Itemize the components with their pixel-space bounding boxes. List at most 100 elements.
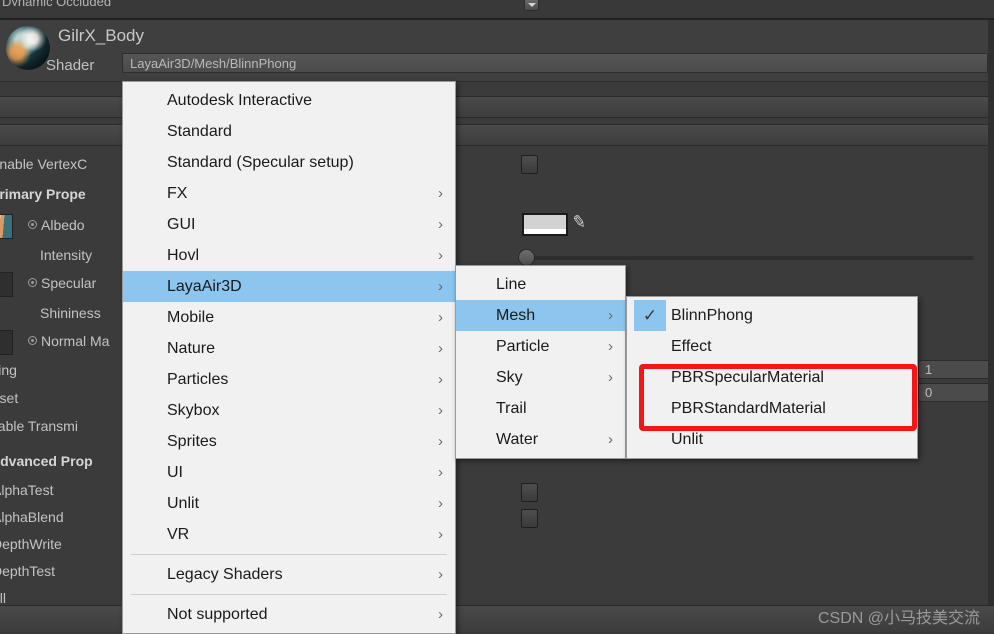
- chevron-right-icon: ›: [438, 526, 443, 543]
- chevron-right-icon: ›: [608, 369, 613, 386]
- menu-item-standard[interactable]: Standard: [123, 116, 455, 147]
- property-label-tiling: iling: [0, 362, 17, 378]
- menu-item-unlit[interactable]: Unlit ›: [123, 488, 455, 519]
- property-label-normalmap: Normal Ma: [28, 333, 109, 349]
- menu-item-gui[interactable]: GUI ›: [123, 209, 455, 240]
- menu-item-label: Trail: [496, 400, 527, 417]
- tiling-value: 1: [925, 362, 933, 377]
- menu-separator: [131, 554, 447, 555]
- chevron-down-icon[interactable]: [524, 0, 539, 11]
- menu-item-unlit[interactable]: Unlit: [627, 424, 917, 455]
- menu-item-hovl[interactable]: Hovl ›: [123, 240, 455, 271]
- menu-item-label: Mesh: [496, 307, 536, 324]
- menu-item-label: FX: [167, 185, 188, 202]
- menu-item-standard-specular-setup[interactable]: Standard (Specular setup): [123, 147, 455, 178]
- albedo-texture-slot[interactable]: [0, 214, 13, 239]
- menu-item-pbrspecularmaterial[interactable]: PBRSpecularMaterial: [627, 362, 917, 393]
- chevron-right-icon: ›: [438, 606, 443, 623]
- tiling-number-field[interactable]: 1: [918, 360, 990, 379]
- alphatest-checkbox[interactable]: [521, 483, 538, 502]
- chevron-right-icon: ›: [438, 278, 443, 295]
- menu-item-mesh[interactable]: Mesh ›: [456, 300, 625, 331]
- menu-item-effect[interactable]: Effect: [627, 331, 917, 362]
- menu-item-label: Unlit: [671, 431, 704, 448]
- chevron-right-icon: ›: [438, 433, 443, 450]
- menu-item-label: Legacy Shaders: [167, 566, 283, 583]
- menu-item-blinnphong[interactable]: ✓ BlinnPhong: [627, 300, 917, 331]
- shader-dropdown-field[interactable]: LayaAir3D/Mesh/BlinnPhong: [122, 53, 988, 73]
- watermark-text: CSDN @小马技美交流: [817, 610, 980, 627]
- property-text: Normal Ma: [41, 333, 110, 349]
- inspector-scrollbar[interactable]: [988, 20, 994, 633]
- menu-item-not-supported[interactable]: Not supported ›: [123, 599, 455, 630]
- menu-item-vr[interactable]: VR ›: [123, 519, 455, 550]
- menu-item-pbrstandardmaterial[interactable]: PBRStandardMaterial: [627, 393, 917, 424]
- menu-item-trail[interactable]: Trail: [456, 393, 625, 424]
- radio-icon[interactable]: [28, 336, 37, 345]
- menu-item-label: Sprites: [167, 433, 217, 450]
- property-label-alphablend: AlphaBlend: [0, 509, 64, 525]
- menu-separator: [131, 594, 447, 595]
- menu-item-label: Unlit: [167, 495, 200, 512]
- menu-item-label: PBRSpecularMaterial: [671, 369, 824, 386]
- shininess-slider-knob[interactable]: [518, 249, 535, 266]
- menu-item-layaair3d[interactable]: LayaAir3D ›: [123, 271, 455, 302]
- menu-item-particles[interactable]: Particles ›: [123, 364, 455, 395]
- menu-item-label: Standard (Specular setup): [167, 154, 354, 171]
- specular-color-swatch[interactable]: [522, 213, 568, 236]
- menu-item-legacy-shaders[interactable]: Legacy Shaders ›: [123, 559, 455, 590]
- menu-item-autodesk-interactive[interactable]: Autodesk Interactive: [123, 85, 455, 116]
- menu-item-label: Standard: [167, 123, 232, 140]
- menu-item-label: Autodesk Interactive: [167, 92, 312, 109]
- property-header-advanced: Advanced Prop: [0, 453, 93, 469]
- specular-texture-slot[interactable]: [0, 272, 13, 297]
- property-label-enable-transmission: nable Transmi: [0, 418, 78, 434]
- property-text: Albedo: [41, 217, 85, 233]
- chevron-right-icon: ›: [438, 464, 443, 481]
- menu-item-particle[interactable]: Particle ›: [456, 331, 625, 362]
- menu-item-nature[interactable]: Nature ›: [123, 333, 455, 364]
- menu-item-label: Nature: [167, 340, 216, 357]
- menu-item-label: VR: [167, 526, 190, 543]
- property-label-albedo: Albedo: [28, 217, 85, 233]
- property-label-cull: ull: [0, 590, 7, 606]
- property-label-depthtest: DepthTest: [0, 563, 56, 579]
- menu-item-label: Mobile: [167, 309, 215, 326]
- menu-item-mobile[interactable]: Mobile ›: [123, 302, 455, 333]
- chevron-right-icon: ›: [608, 338, 613, 355]
- property-label-enable-vertexcolor: Enable VertexC: [0, 156, 88, 172]
- mesh-submenu[interactable]: ✓ BlinnPhong Effect PBRSpecularMaterial PBRS…: [626, 296, 918, 459]
- menu-item-label: Not supported: [167, 606, 268, 623]
- enable-vertexcolor-checkbox[interactable]: [521, 155, 538, 174]
- property-label-offset: ffset: [0, 390, 19, 406]
- menu-item-line[interactable]: Line: [456, 269, 625, 300]
- material-preview-sphere-icon: [6, 26, 50, 70]
- eyedropper-icon[interactable]: ✎: [570, 210, 593, 237]
- menu-item-label: PBRStandardMaterial: [671, 400, 826, 417]
- menu-item-label: Sky: [496, 369, 523, 386]
- menu-item-label: Skybox: [167, 402, 220, 419]
- menu-item-label: Water: [496, 431, 539, 448]
- property-label-depthwrite: DepthWrite: [0, 536, 62, 552]
- radio-icon[interactable]: [28, 220, 37, 229]
- menu-item-ui[interactable]: UI ›: [123, 457, 455, 488]
- menu-item-skybox[interactable]: Skybox ›: [123, 395, 455, 426]
- offset-number-field[interactable]: 0: [918, 383, 990, 402]
- menu-item-label: UI: [167, 464, 183, 481]
- layaair3d-submenu[interactable]: Line Mesh › Particle › Sky › Trail Water ›: [455, 265, 626, 459]
- top-strip: Dynamic Occluded: [0, 0, 994, 18]
- menu-item-fx[interactable]: FX ›: [123, 178, 455, 209]
- property-header-primary: Primary Prope: [0, 186, 86, 202]
- menu-item-label: Line: [496, 276, 527, 293]
- check-icon: ✓: [634, 300, 666, 331]
- shader-dropdown-menu[interactable]: Autodesk Interactive Standard Standard (Sp…: [122, 81, 456, 634]
- shininess-slider-track[interactable]: [522, 256, 974, 260]
- chevron-right-icon: ›: [438, 495, 443, 512]
- radio-icon[interactable]: [28, 278, 37, 287]
- normal-map-texture-slot[interactable]: [0, 330, 13, 355]
- menu-item-sprites[interactable]: Sprites ›: [123, 426, 455, 457]
- alphablend-checkbox[interactable]: [521, 509, 538, 528]
- menu-item-sky[interactable]: Sky ›: [456, 362, 625, 393]
- shader-dropdown-value: LayaAir3D/Mesh/BlinnPhong: [130, 56, 297, 71]
- menu-item-water[interactable]: Water ›: [456, 424, 625, 455]
